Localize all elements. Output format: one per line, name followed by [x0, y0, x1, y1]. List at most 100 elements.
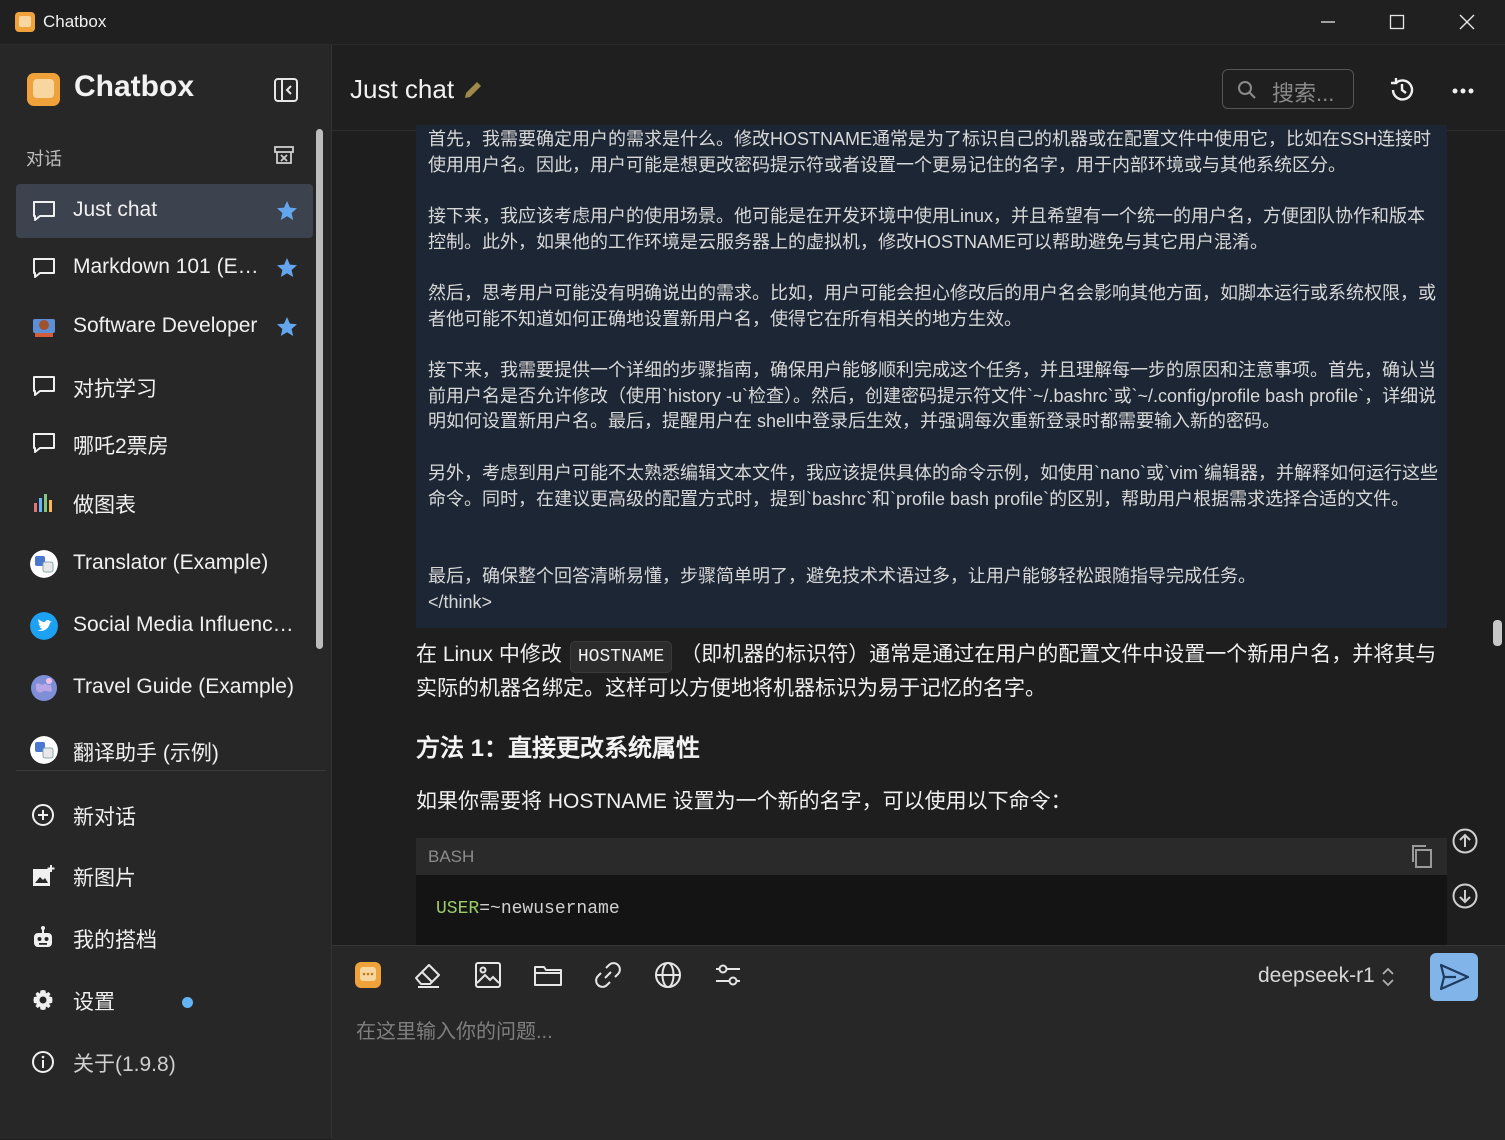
sidebar-scrollbar-thumb[interactable]	[316, 129, 323, 649]
window-title: Chatbox	[43, 12, 107, 31]
maximize-button[interactable]	[1362, 0, 1432, 44]
about-button[interactable]: 关于(1.9.8)	[16, 1036, 316, 1088]
conversation-label: Social Media Influencer (Example)	[73, 613, 305, 636]
conversation-label: 对抗学习	[73, 378, 157, 401]
star-icon[interactable]	[275, 199, 299, 223]
gear-icon	[33, 990, 53, 1010]
globe-icon[interactable]	[652, 959, 684, 991]
menu-label: 新对话	[73, 806, 136, 829]
scroll-to-top-icon[interactable]	[1451, 827, 1479, 855]
minimize-button[interactable]	[1293, 0, 1363, 44]
sidebar-brand: Chatbox	[74, 70, 194, 103]
send-icon	[1439, 963, 1470, 991]
conversation-label: Software Developer	[73, 314, 258, 337]
code-value: =~newusername	[479, 899, 620, 919]
conversation-item-social-media-influencer[interactable]: Social Media Influencer (Example)	[16, 599, 313, 653]
answer-intro-before: 在 Linux 中修改	[416, 643, 562, 666]
code-line: USER=~newusername	[436, 899, 620, 919]
chat-bubble-icon	[33, 376, 55, 396]
new-chat-button[interactable]: 新对话	[16, 789, 316, 841]
maximize-icon	[1389, 14, 1405, 30]
answer-paragraph: 如果你需要将 HOSTNAME 设置为一个新的名字，可以使用以下命令：	[416, 790, 1072, 813]
search-icon	[1238, 81, 1256, 99]
chevron-up-down-icon[interactable]	[1380, 966, 1396, 988]
message-input[interactable]: 在这里输入你的问题...	[356, 1015, 553, 1044]
my-partners-button[interactable]: 我的搭档	[16, 912, 316, 964]
chat-title: Just chat	[350, 74, 455, 104]
twitter-avatar-icon	[30, 612, 58, 640]
history-icon[interactable]	[1387, 75, 1417, 105]
new-image-button[interactable]: 新图片	[16, 850, 316, 902]
chat-scrollbar-thumb[interactable]	[1493, 620, 1502, 646]
more-options-icon[interactable]	[1448, 78, 1478, 104]
inline-code: HOSTNAME	[569, 641, 673, 673]
add-image-icon	[33, 865, 55, 886]
sliders-icon[interactable]	[712, 959, 744, 991]
conversation-label: Translator (Example)	[73, 551, 269, 574]
minimize-icon	[1321, 21, 1335, 23]
think-paragraph: 另外，考虑到用户可能不太熟悉编辑文本文件，我应该提供具体的命令示例，如使用`na…	[428, 463, 1439, 509]
search-placeholder: 搜索...	[1272, 81, 1335, 106]
think-paragraph: 接下来，我应该考虑用户的使用场景。他可能是在开发环境中使用Linux，并且希望有…	[428, 206, 1426, 252]
archive-icon[interactable]	[272, 143, 296, 167]
conversation-item-translation-assistant[interactable]: 翻译助手 (示例)	[16, 723, 313, 777]
translator-avatar-icon	[30, 550, 58, 578]
menu-label: 设置	[73, 991, 115, 1014]
translator-avatar-icon	[30, 736, 58, 764]
conversation-item-adversarial-learning[interactable]: 对抗学习	[16, 359, 313, 413]
robot-icon	[34, 926, 52, 947]
developer-avatar-icon	[33, 319, 55, 337]
star-icon[interactable]	[275, 256, 299, 280]
star-icon[interactable]	[275, 315, 299, 339]
pencil-icon[interactable]	[462, 79, 484, 101]
image-icon[interactable]	[472, 959, 504, 991]
close-icon	[1459, 14, 1475, 30]
think-paragraph: 然后，思考用户可能没有明确说出的需求。比如，用户可能会担心修改后的用户名会影响其…	[428, 283, 1436, 329]
send-button[interactable]	[1430, 953, 1478, 1001]
eraser-icon[interactable]	[412, 959, 444, 991]
chat-bubble-icon	[33, 258, 55, 278]
conversation-item-make-chart[interactable]: 做图表	[16, 475, 313, 529]
link-icon[interactable]	[592, 959, 624, 991]
chatbox-logo-icon	[27, 73, 60, 106]
conversation-label: Just chat	[73, 198, 158, 221]
conversation-item-travel-guide[interactable]: Travel Guide (Example)	[16, 661, 313, 715]
plus-circle-icon	[32, 804, 54, 826]
close-button[interactable]	[1432, 0, 1502, 44]
conversation-label: 做图表	[73, 494, 136, 517]
scroll-to-bottom-icon[interactable]	[1451, 882, 1479, 910]
conversation-item-markdown-101[interactable]: Markdown 101 (Example)	[16, 241, 313, 295]
menu-label: 新图片	[73, 867, 136, 890]
code-variable: USER	[436, 899, 480, 919]
code-block-header	[416, 838, 1447, 875]
think-paragraph: 最后，确保整个回答清晰易懂，步骤简单明了，避免技术术语过多，让用户能够轻松跟随指…	[428, 566, 1256, 586]
update-dot	[182, 997, 193, 1008]
conversation-label: 翻译助手 (示例)	[73, 742, 219, 765]
think-paragraph: 接下来，我需要提供一个详细的步骤指南，确保用户能够顺利完成这个任务，并且理解每一…	[428, 360, 1437, 431]
conversation-label: Markdown 101 (Example)	[73, 255, 263, 278]
model-selector[interactable]: deepseek-r1	[1258, 964, 1375, 988]
answer-intro: 在 Linux 中修改 HOSTNAME （即机器的标识符）通常是通过在用户的配置文…	[416, 639, 1446, 704]
answer-heading: 方法 1：直接更改系统属性	[416, 735, 701, 762]
globe-avatar-icon	[31, 675, 57, 701]
code-language-label: BASH	[428, 847, 475, 866]
sidebar: Chatbox 对话 Just chat Markdown 101 (Examp…	[0, 45, 332, 1139]
conversation-item-software-developer[interactable]: Software Developer	[16, 300, 313, 354]
sidebar-divider	[16, 770, 326, 771]
conversation-item-translator[interactable]: Translator (Example)	[16, 537, 313, 591]
chatbox-avatar-icon[interactable]	[352, 959, 384, 991]
info-icon	[32, 1051, 54, 1073]
conversation-label: Travel Guide (Example)	[73, 675, 294, 698]
settings-button[interactable]: 设置	[16, 974, 316, 1026]
conversation-item-just-chat[interactable]: Just chat	[16, 184, 313, 238]
conversation-item-nezha-box-office[interactable]: 哪吒2票房	[16, 416, 313, 470]
conversation-label: 哪吒2票房	[73, 435, 169, 458]
copy-icon[interactable]	[1409, 843, 1435, 870]
chart-avatar-icon	[34, 494, 52, 512]
title-bar	[0, 0, 1505, 45]
think-close-tag: </think>	[428, 592, 493, 612]
think-paragraph: 首先，我需要确定用户的需求是什么。修改HOSTNAME通常是为了标识自己的机器或…	[428, 129, 1432, 175]
folder-icon[interactable]	[532, 959, 564, 991]
menu-label: 我的搭档	[73, 929, 157, 952]
collapse-sidebar-icon[interactable]	[272, 76, 300, 104]
